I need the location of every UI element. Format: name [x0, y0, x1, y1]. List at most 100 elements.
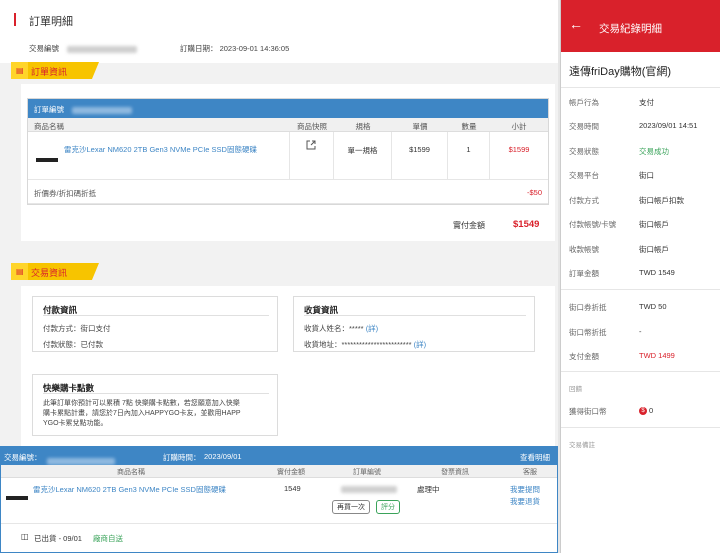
view-detail-link[interactable]: 查看明細: [520, 452, 550, 463]
ask-question-link[interactable]: 我要提問: [510, 484, 540, 495]
row-value: 街口帳戶: [639, 245, 669, 254]
tag-icon: ▤: [16, 267, 24, 276]
receiver-addr-detail-link[interactable]: (詳): [414, 340, 427, 349]
trade-no-redacted: [67, 45, 138, 53]
rebuy-button[interactable]: 再買一次: [332, 500, 370, 514]
order-list-strip: 交易編號： 訂購時間： 2023/09/01 查看明細 商品名稱 實付金額 訂單…: [0, 446, 558, 553]
col-snapshot: 商品快照: [297, 122, 327, 131]
qty-cell: 1: [448, 132, 490, 179]
total-label: 實付金額: [453, 221, 485, 230]
invoice-status: 處理中: [417, 485, 440, 494]
payment-method: 付款方式：街口支付: [43, 323, 111, 334]
points-text-3: YGO卡累兌點功能。: [43, 420, 108, 427]
panel-title: 交易紀錄明細: [599, 23, 662, 35]
col-product-name: 商品名稱: [34, 122, 64, 131]
order-table-columns: 商品名稱 商品快照 規格 單價 數量 小計: [28, 118, 548, 132]
points-text-2: 購卡累點計畫，請您於7日內加入HAPPYGO卡友，並歡用HAPP: [43, 410, 241, 417]
order-no-redacted: [72, 106, 133, 114]
order-table: 訂單編號 商品名稱 商品快照 規格 單價 數量 小計 雷克沙Lexar NM62…: [27, 98, 549, 205]
points-section: 快樂購卡點數 此筆訂單你預計可以累積 7點 快樂購卡點數，若您願意加入快樂 購卡…: [32, 374, 278, 436]
ship-method-link[interactable]: 廠商自送: [93, 533, 123, 544]
strip-col-cs: 客服: [523, 469, 537, 476]
col-spec: 規格: [355, 122, 371, 131]
row-label: 交易時間: [569, 122, 599, 131]
back-arrow-icon[interactable]: ←: [569, 16, 583, 32]
order-table-head: 訂單編號: [28, 99, 548, 118]
tag-icon: ▤: [16, 66, 24, 75]
order-info-tag-label: 訂單資訊: [31, 67, 68, 77]
payment-method-value: 街口支付: [80, 324, 111, 333]
row-value: -: [639, 327, 642, 336]
trade-info-tag: ▤ 交易資訊: [11, 263, 99, 280]
receiver-section: 收貨資訊 收貨人姓名：***** (詳) 收貨地址：**************…: [293, 296, 535, 352]
panel-header: ← 交易紀錄明細: [561, 0, 720, 52]
discount-value: -$50: [526, 188, 542, 197]
trade-no-meta: 交易編號: [29, 43, 138, 54]
order-no-label: 訂單編號: [34, 105, 64, 114]
order-detail-page: 訂單明細 交易編號 訂購日期： 2023-09-01 14:36:05 ▤ 訂單…: [0, 0, 558, 553]
page-header: 訂單明細 交易編號 訂購日期： 2023-09-01 14:36:05: [0, 0, 558, 63]
strip-order-time-label: 訂購時間：: [163, 453, 201, 462]
cashback-label: 回饋: [569, 386, 582, 393]
merchant-name: 遠傳friDay購物(官網): [569, 66, 672, 78]
receiver-name: 收貨人姓名：***** (詳): [304, 323, 378, 334]
row-value: 支付: [639, 98, 654, 107]
strip-col-invoice: 發票資訊: [441, 469, 469, 476]
discount-row: 折價券/折扣碼折抵 -$50: [28, 180, 548, 204]
receiver-addr-label: 收貨地址：: [304, 340, 342, 349]
points-text-1: 此筆訂單你預計可以累積 7點 快樂購卡點數，若您願意加入快樂: [43, 400, 240, 407]
strip-amount: 1549: [284, 484, 301, 493]
page-title: 訂單明細: [29, 16, 73, 28]
order-date-label: 訂購日期：: [180, 44, 218, 53]
rate-button[interactable]: 評分: [376, 500, 400, 514]
row-label: 付款方式: [569, 196, 599, 205]
product-cell: 雷克沙Lexar NM620 2TB Gen3 NVMe PCIe SSD固態硬…: [28, 132, 290, 179]
row-label: 帳戶行為: [569, 98, 599, 107]
strip-order-time-value: 2023/09/01: [204, 452, 242, 461]
earned-label: 獲得街口幣: [569, 407, 607, 416]
receiver-name-label: 收貨人姓名：: [304, 324, 349, 333]
row-label: 收款帳號: [569, 245, 599, 254]
price-cell: $1599: [392, 132, 448, 179]
row-label: 街口幣折抵: [569, 328, 607, 337]
external-link-icon[interactable]: [306, 140, 316, 150]
earned-amount: 0: [649, 406, 654, 415]
strip-product-link[interactable]: 雷克沙Lexar NM620 2TB Gen3 NVMe PCIe SSD固態硬…: [33, 484, 226, 495]
row-value: 街口: [639, 171, 654, 180]
row-label: 交易狀態: [569, 147, 599, 156]
transaction-detail-panel: ← 交易紀錄明細 遠傳friDay購物(官網) 帳戶行為 支付 交易時間 202…: [560, 0, 720, 553]
strip-product-image: [6, 496, 28, 500]
table-row: 雷克沙Lexar NM620 2TB Gen3 NVMe PCIe SSD固態硬…: [28, 132, 548, 180]
row-value: 2023/09/01 14:51: [639, 121, 698, 130]
total-value: $1549: [513, 219, 540, 230]
row-label: 支付金額: [569, 352, 599, 361]
strip-trade-no-label: 交易編號：: [4, 453, 42, 462]
trade-info-tag-label: 交易資訊: [31, 268, 68, 278]
order-date-value: 2023-09-01 14:36:05: [219, 44, 290, 53]
note-label: 交易備註: [569, 442, 595, 449]
col-price: 單價: [412, 122, 428, 131]
product-name-link[interactable]: 雷克沙Lexar NM620 2TB Gen3 NVMe PCIe SSD固態硬…: [64, 144, 257, 155]
shipping-row: ◫ 已出貨 - 09/01 廠商自送: [1, 524, 557, 552]
strip-trade-no-redacted: [47, 458, 115, 465]
receiver-name-detail-link[interactable]: (詳): [366, 324, 379, 333]
earned-value: $0: [639, 406, 654, 416]
strip-columns: 商品名稱 實付金額 訂單編號 發票資訊 客服: [1, 465, 557, 478]
jko-coin-icon: $: [639, 407, 647, 416]
return-item-link[interactable]: 我要退貨: [510, 496, 540, 507]
order-date-meta: 訂購日期： 2023-09-01 14:36:05: [180, 43, 289, 54]
ship-status: 已出貨 - 09/01: [34, 534, 82, 543]
receiver-name-value: *****: [349, 324, 364, 333]
row-label: 交易平台: [569, 171, 599, 180]
discount-label: 折價券/折扣碼折抵: [34, 189, 97, 198]
status-success-value: 交易成功: [639, 147, 669, 156]
trade-no-label: 交易編號: [29, 44, 59, 53]
receiver-addr-value: ************************: [341, 340, 412, 349]
payment-status: 付款狀態：已付款: [43, 339, 103, 350]
order-info-card: 訂單編號 商品名稱 商品快照 規格 單價 數量 小計 雷克沙Lexar NM62…: [21, 84, 555, 241]
order-info-tag: ▤ 訂單資訊: [11, 62, 99, 79]
pay-amount-value: TWD 1499: [639, 351, 675, 360]
col-qty: 數量: [461, 122, 477, 131]
title-accent-bar: [14, 13, 16, 26]
row-value: TWD 50: [639, 302, 667, 311]
